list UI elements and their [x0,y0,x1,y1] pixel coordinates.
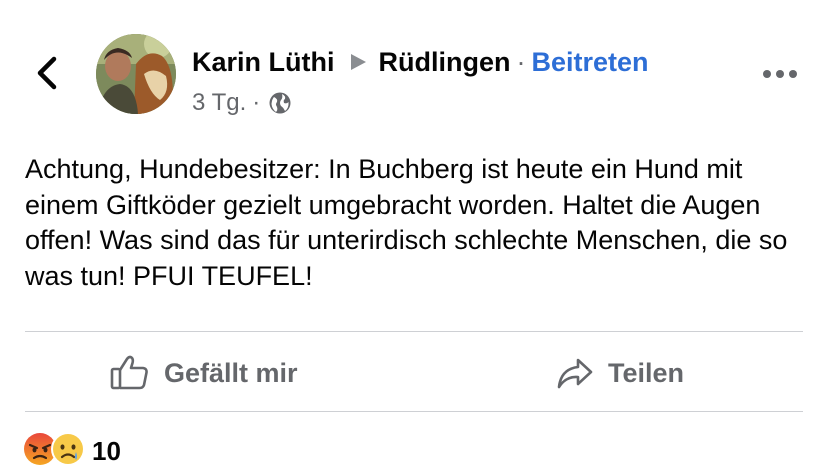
share-label: Teilen [608,357,685,388]
more-options-button[interactable] [758,62,802,88]
more-horizontal-icon [762,66,798,84]
share-arrow-icon [556,356,594,390]
share-button[interactable]: Teilen [556,348,684,398]
join-button[interactable]: Beitreten [531,47,648,78]
author-avatar[interactable] [96,34,176,114]
like-label: Gefällt mir [164,357,298,388]
globe-icon [268,91,292,115]
author-name[interactable]: Karin Lüthi [192,47,335,78]
sad-emoji-icon [50,431,86,472]
chevron-left-icon [36,56,58,95]
meta-separator-dot: · [252,89,261,116]
group-name[interactable]: Rüdlingen [379,47,511,78]
thumbs-up-icon [110,355,150,391]
post-text: Achtung, Hundebesitzer: In Buchberg ist … [25,154,788,291]
post-time[interactable]: 3 Tg. [192,89,246,117]
reaction-count: 10 [92,435,121,466]
reactions-summary[interactable]: 10 [22,431,121,472]
post-header: Karin Lüthi Rüdlingen · Beitreten [192,43,649,81]
divider-bottom [25,411,803,412]
post-meta: 3 Tg. · [192,88,292,118]
divider-top [25,331,803,332]
separator-dot: · [516,46,526,77]
like-button[interactable]: Gefällt mir [110,348,298,398]
back-button[interactable] [30,56,64,94]
triangle-right-icon [348,52,368,72]
